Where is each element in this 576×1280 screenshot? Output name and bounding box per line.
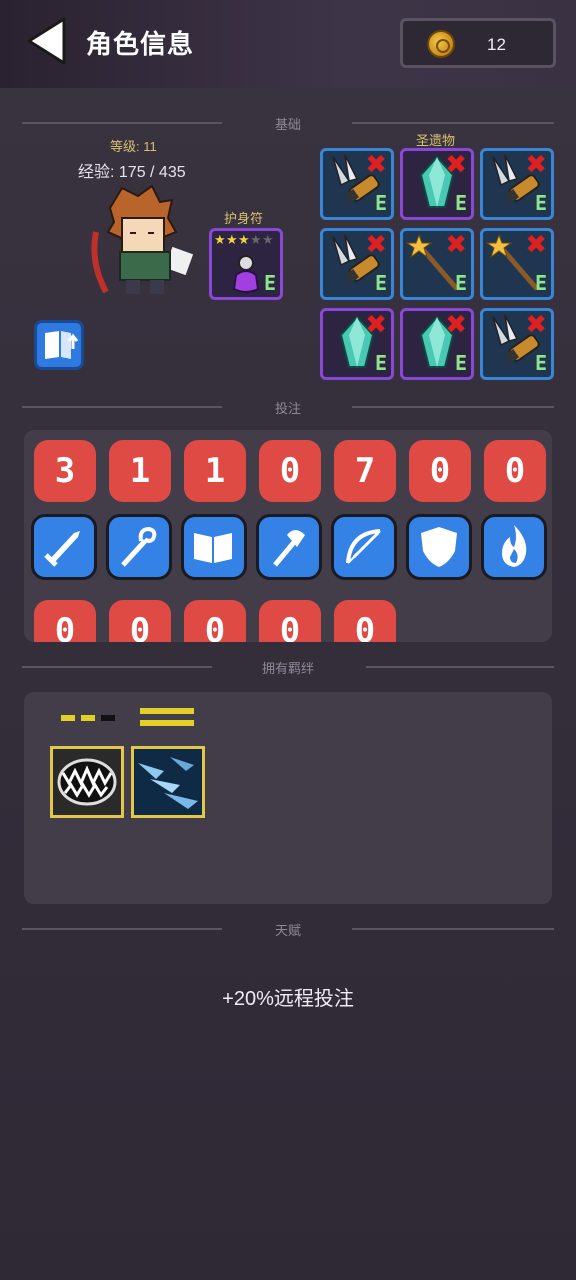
- relic-slot[interactable]: ✖ E: [480, 148, 554, 220]
- bet-number-tile[interactable]: 3: [34, 440, 96, 502]
- level-text: 等级: 11: [110, 139, 157, 154]
- bet-category-tile[interactable]: [481, 514, 547, 580]
- unavailable-x-icon: ✖: [525, 149, 547, 179]
- grade-label: E: [374, 271, 387, 295]
- grade-label: E: [374, 191, 387, 215]
- grade-label: E: [454, 351, 467, 375]
- unavailable-x-icon: ✖: [365, 229, 387, 259]
- exp-text: 经验: 175 / 435: [78, 164, 186, 181]
- skill-book-button[interactable]: [34, 320, 84, 370]
- relic-slot[interactable]: ✖ E: [320, 148, 394, 220]
- bond-progress-pip: [81, 715, 95, 721]
- back-button[interactable]: [24, 16, 70, 66]
- bet-category-tile[interactable]: [406, 514, 472, 580]
- bond-progress-pip: [140, 720, 194, 726]
- unavailable-x-icon: ✖: [365, 149, 387, 179]
- bet-number-tile[interactable]: 1: [109, 440, 171, 502]
- section-title-bonds: 拥有羁绊: [261, 661, 314, 676]
- unavailable-x-icon: ✖: [525, 229, 547, 259]
- coin-icon: [427, 30, 455, 58]
- unavailable-x-icon: ✖: [445, 229, 467, 259]
- bond-ice-shards[interactable]: [131, 746, 205, 818]
- bet-category-tile[interactable]: [31, 514, 97, 580]
- bond-maw[interactable]: [50, 746, 124, 818]
- relic-slot[interactable]: ✖ E: [320, 228, 394, 300]
- amulet-star-icon: ★: [214, 232, 226, 247]
- bet-number-tile[interactable]: 7: [334, 440, 396, 502]
- divider: [22, 928, 222, 930]
- amulet-star-icon: ★: [250, 232, 262, 247]
- sword-icon: [44, 531, 80, 567]
- bet-number-tile[interactable]: 0: [34, 600, 96, 642]
- section-title-talent: 天赋: [274, 923, 301, 938]
- amulet-slot[interactable]: ★ ★ ★ ★ ★ E: [209, 228, 283, 300]
- book-icon: [194, 533, 232, 563]
- unavailable-x-icon: ✖: [445, 149, 467, 179]
- bond-progress-pip: [140, 708, 194, 714]
- divider: [352, 928, 554, 930]
- bond-progress-pip: [61, 715, 75, 721]
- ice-shards-icon: [134, 749, 202, 815]
- unavailable-x-icon: ✖: [525, 309, 547, 339]
- grade-label: E: [263, 271, 276, 295]
- bonds-panel: [24, 692, 552, 904]
- relic-label: 圣遗物: [416, 133, 456, 148]
- grade-label: E: [534, 351, 547, 375]
- grade-label: E: [454, 191, 467, 215]
- unavailable-x-icon: ✖: [365, 309, 387, 339]
- grade-label: E: [534, 191, 547, 215]
- relic-slot[interactable]: ✖ E: [480, 228, 554, 300]
- fire-icon: [502, 525, 527, 567]
- bet-number-tile[interactable]: 1: [184, 440, 246, 502]
- bet-number-tile[interactable]: 0: [409, 440, 471, 502]
- staff-icon: [121, 526, 157, 567]
- unavailable-x-icon: ✖: [445, 309, 467, 339]
- bet-number-tile[interactable]: 0: [259, 600, 321, 642]
- divider: [352, 406, 554, 408]
- amulet-star-icon: ★: [226, 232, 238, 247]
- hero-sprite: [86, 182, 202, 302]
- amulet-label: 护身符: [224, 211, 264, 226]
- divider: [352, 122, 554, 124]
- relic-slot[interactable]: ✖ E: [400, 308, 474, 380]
- bet-number-tile[interactable]: 0: [184, 600, 246, 642]
- grade-label: E: [454, 271, 467, 295]
- bet-number-tile[interactable]: 0: [334, 600, 396, 642]
- relic-slot[interactable]: ✖ E: [400, 228, 474, 300]
- bet-category-tile[interactable]: [256, 514, 322, 580]
- axe-icon: [273, 530, 305, 567]
- bet-number-tile[interactable]: 0: [259, 440, 321, 502]
- bet-category-tile[interactable]: [331, 514, 397, 580]
- grade-label: E: [534, 271, 547, 295]
- bow-icon: [346, 529, 381, 564]
- coin-count: 12: [487, 35, 506, 54]
- bet-category-tile[interactable]: [181, 514, 247, 580]
- back-arrow-icon: [27, 17, 66, 65]
- page-title: 角色信息: [86, 29, 195, 59]
- bets-panel: 3110700 00000: [24, 430, 552, 642]
- divider: [366, 666, 554, 668]
- relic-slot[interactable]: ✖ E: [480, 308, 554, 380]
- section-title-bets: 投注: [274, 401, 301, 416]
- maw-icon: [53, 749, 121, 815]
- bond-progress-pip: [101, 715, 115, 721]
- amulet-star-icon: ★: [238, 232, 250, 247]
- bet-number-tile[interactable]: 0: [484, 440, 546, 502]
- talent-text: +20%远程投注: [222, 988, 354, 1010]
- bet-category-tile[interactable]: [106, 514, 172, 580]
- bet-number-tile[interactable]: 0: [109, 600, 171, 642]
- relic-slot[interactable]: ✖ E: [400, 148, 474, 220]
- divider: [22, 122, 222, 124]
- coin-counter: 12: [400, 18, 556, 68]
- relic-slot[interactable]: ✖ E: [320, 308, 394, 380]
- divider: [22, 666, 212, 668]
- section-title-basic: 基础: [274, 117, 301, 132]
- shield-icon: [421, 527, 457, 567]
- amulet-star-icon: ★: [262, 232, 274, 247]
- book-upgrade-icon: [45, 331, 79, 359]
- grade-label: E: [374, 351, 387, 375]
- divider: [22, 406, 222, 408]
